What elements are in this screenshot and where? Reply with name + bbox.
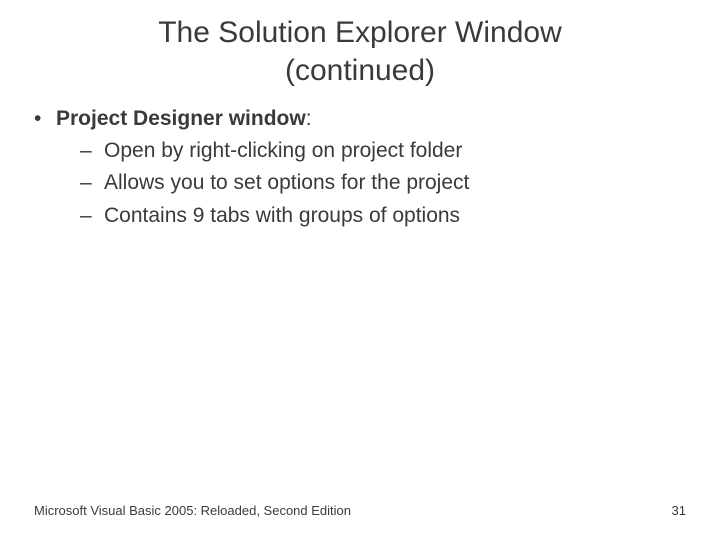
bullet-list-level-1: Project Designer window: Open by right-c…	[30, 107, 690, 230]
bullet-lead-suffix: :	[306, 107, 312, 130]
sub-bullet-item: Allows you to set options for the projec…	[56, 169, 690, 197]
sub-bullet-item: Contains 9 tabs with groups of options	[56, 202, 690, 230]
page-number: 31	[672, 503, 686, 518]
bullet-lead-text: Project Designer window	[56, 107, 306, 130]
slide: The Solution Explorer Window (continued)…	[0, 0, 720, 540]
bullet-list-level-2: Open by right-clicking on project folder…	[56, 137, 690, 230]
footer-source: Microsoft Visual Basic 2005: Reloaded, S…	[34, 503, 351, 518]
title-line-2: (continued)	[285, 54, 435, 87]
slide-body: Project Designer window: Open by right-c…	[0, 89, 720, 230]
sub-bullet-item: Open by right-clicking on project folder	[56, 137, 690, 165]
bullet-item: Project Designer window: Open by right-c…	[30, 107, 690, 230]
slide-footer: Microsoft Visual Basic 2005: Reloaded, S…	[0, 503, 720, 518]
title-line-1: The Solution Explorer Window	[158, 16, 562, 49]
slide-title: The Solution Explorer Window (continued)	[0, 0, 720, 89]
